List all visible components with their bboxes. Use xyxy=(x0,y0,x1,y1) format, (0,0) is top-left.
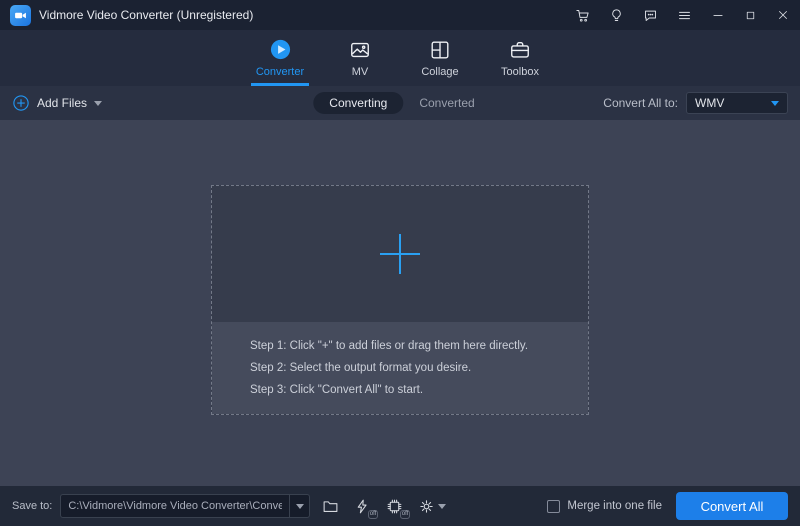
tab-converting[interactable]: Converting xyxy=(313,92,404,114)
tab-toolbox-label: Toolbox xyxy=(501,65,539,78)
add-plus-icon xyxy=(380,234,420,274)
toolbox-icon xyxy=(509,39,531,61)
collage-grid-icon xyxy=(429,39,451,61)
app-title: Vidmore Video Converter (Unregistered) xyxy=(39,8,254,22)
file-dropzone[interactable]: Step 1: Click "+" to add files or drag t… xyxy=(211,185,589,415)
settings-button[interactable] xyxy=(418,498,447,515)
tab-converter[interactable]: Converter xyxy=(240,30,320,86)
maximize-icon[interactable] xyxy=(744,9,757,22)
footer-tools: off off xyxy=(322,498,447,519)
tab-mv[interactable]: MV xyxy=(320,30,400,86)
step-2-text: Step 2: Select the output format you des… xyxy=(250,362,472,374)
convert-all-to-label: Convert All to: xyxy=(603,96,678,110)
feedback-icon[interactable] xyxy=(643,8,658,23)
dropzone-steps: Step 1: Click "+" to add files or drag t… xyxy=(212,322,588,414)
tab-collage[interactable]: Collage xyxy=(400,30,480,86)
cart-icon[interactable] xyxy=(575,8,590,23)
open-folder-icon[interactable] xyxy=(322,498,339,515)
add-plus-circle-icon xyxy=(13,95,29,111)
footer-right: Merge into one file Convert All xyxy=(547,492,788,520)
minimize-icon[interactable] xyxy=(711,8,725,22)
titlebar: Vidmore Video Converter (Unregistered) xyxy=(0,0,800,30)
save-to-label: Save to: xyxy=(12,500,53,512)
flash-speed-icon[interactable]: off xyxy=(354,498,379,519)
tab-converter-label: Converter xyxy=(255,66,305,78)
add-files-button[interactable]: Add Files xyxy=(12,94,103,112)
convert-all-to-group: Convert All to: WMV xyxy=(603,92,788,114)
save-path-field xyxy=(60,494,311,518)
footer-bar: Save to: off off Merge into one file Con… xyxy=(0,486,800,526)
main-nav: Converter MV Collage Toolbox xyxy=(0,30,800,86)
save-path-caret-icon[interactable] xyxy=(289,495,309,517)
hardware-chip-icon[interactable]: off xyxy=(386,498,411,519)
settings-caret-icon xyxy=(438,503,447,509)
play-circle-icon xyxy=(269,38,292,61)
tab-collage-label: Collage xyxy=(421,65,459,78)
main-content: Step 1: Click "+" to add files or drag t… xyxy=(0,120,800,486)
hardware-off-badge: off xyxy=(399,509,411,519)
format-caret-icon xyxy=(771,100,779,106)
step-1-text: Step 1: Click "+" to add files or drag t… xyxy=(250,340,529,352)
convert-all-button[interactable]: Convert All xyxy=(676,492,788,520)
save-path-input[interactable] xyxy=(61,500,290,512)
mv-screen-icon xyxy=(349,39,371,61)
merge-into-one-file-option[interactable]: Merge into one file xyxy=(547,499,662,513)
step-3-text: Step 3: Click "Convert All" to start. xyxy=(250,384,424,396)
queue-tabs: Converting Converted xyxy=(313,92,486,114)
merge-label: Merge into one file xyxy=(567,500,662,512)
video-camera-glyph xyxy=(15,12,26,18)
dropzone-add-area[interactable] xyxy=(212,186,588,322)
menu-icon[interactable] xyxy=(677,8,692,23)
merge-checkbox[interactable] xyxy=(547,499,561,513)
output-format-value: WMV xyxy=(695,96,725,110)
tab-toolbox[interactable]: Toolbox xyxy=(480,30,560,86)
add-files-label: Add Files xyxy=(37,96,88,110)
output-format-select[interactable]: WMV xyxy=(686,92,788,114)
flash-off-badge: off xyxy=(367,509,379,519)
toolbar: Add Files Converting Converted Convert A… xyxy=(0,86,800,120)
add-files-caret-icon xyxy=(94,100,103,106)
titlebar-actions xyxy=(575,8,790,23)
tab-converted[interactable]: Converted xyxy=(407,92,486,114)
bulb-icon[interactable] xyxy=(609,8,624,23)
gear-icon xyxy=(420,499,434,513)
app-logo-icon xyxy=(10,4,31,26)
tab-mv-label: MV xyxy=(351,65,369,78)
close-icon[interactable] xyxy=(776,8,790,22)
